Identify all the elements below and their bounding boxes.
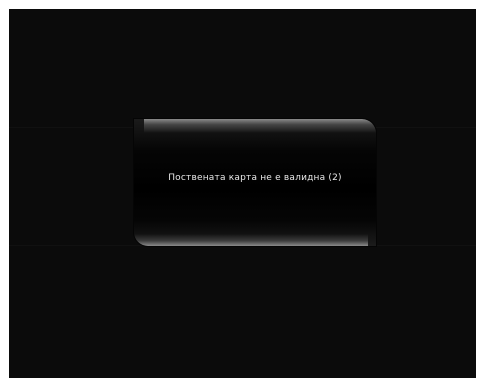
error-message: Поствената карта не е валидна (2) xyxy=(168,173,342,183)
dialog-bottom-highlight xyxy=(134,234,368,246)
page-frame: Поствената карта не е валидна (2) xyxy=(0,0,486,390)
tv-screen: Поствената карта не е валидна (2) xyxy=(9,9,476,378)
error-dialog: Поствената карта не е валидна (2) xyxy=(134,119,376,246)
dialog-top-highlight xyxy=(144,119,376,133)
